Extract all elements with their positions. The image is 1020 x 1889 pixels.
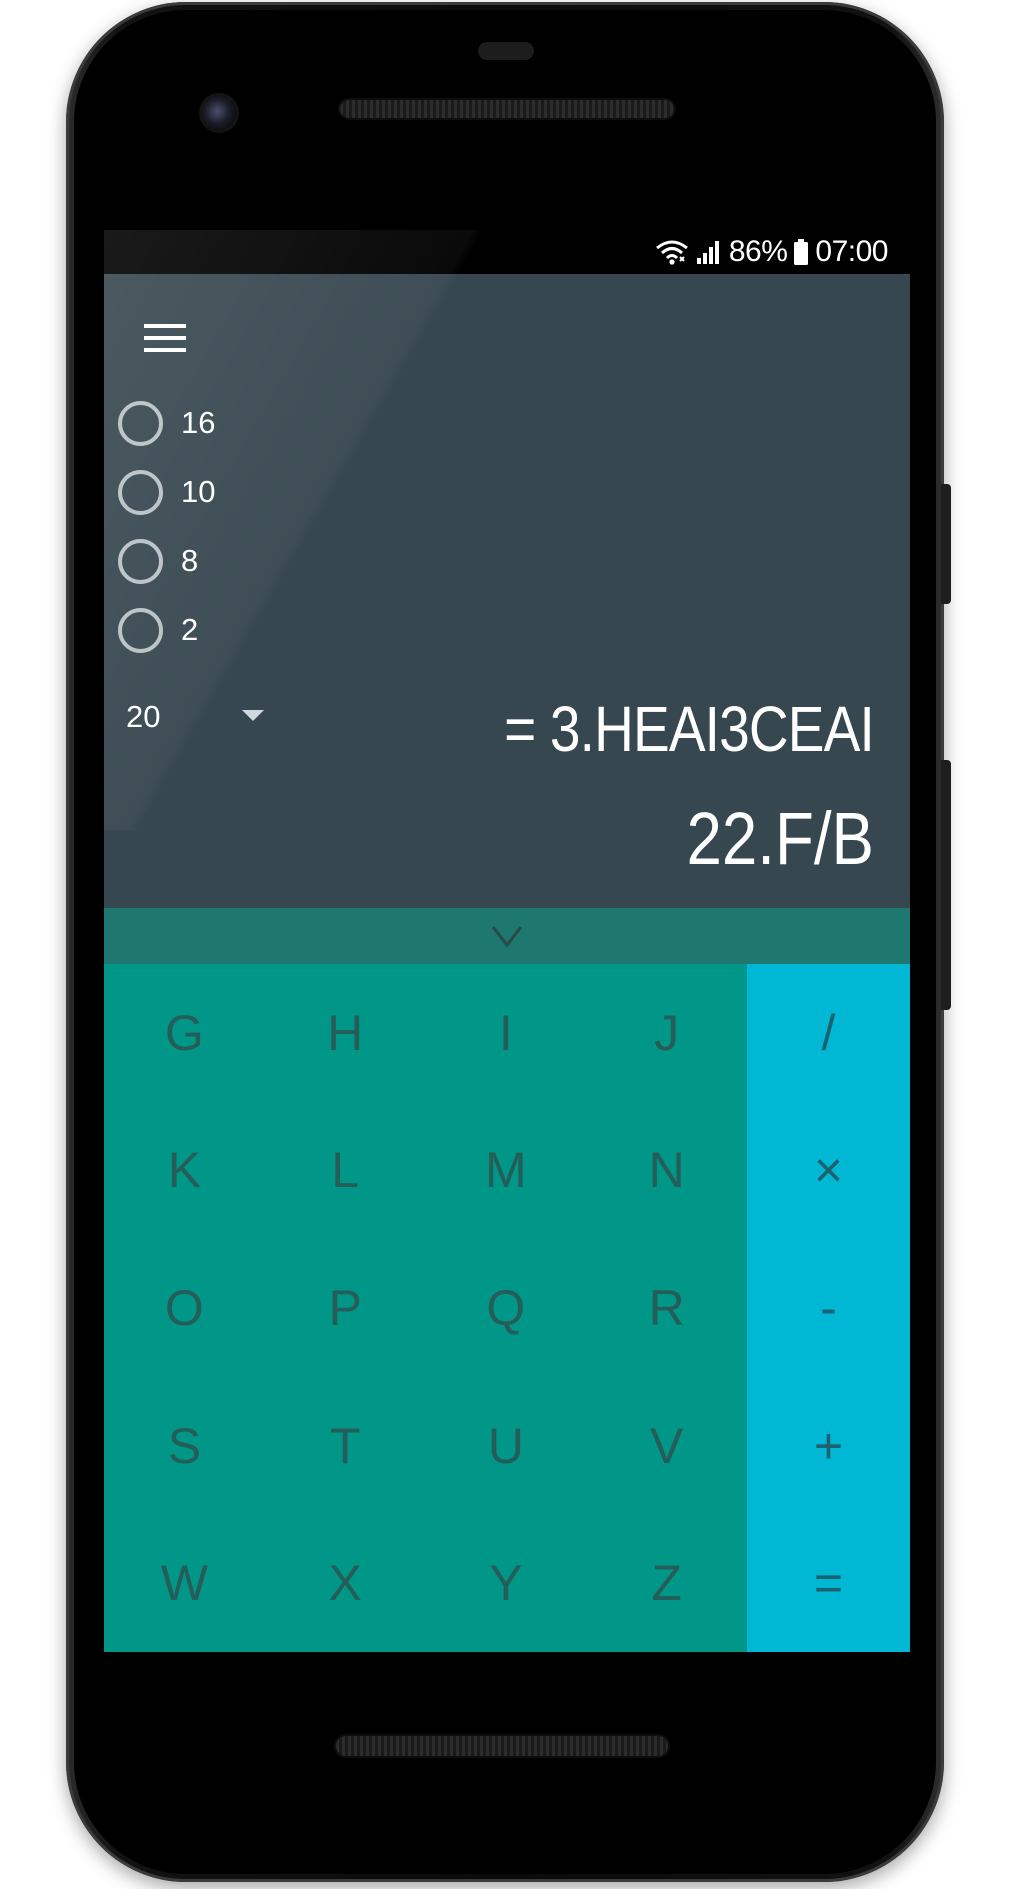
clock: 07:00 [815,235,888,268]
key-o[interactable]: O [104,1239,265,1377]
key-i[interactable]: I [426,964,587,1102]
display-panel: 16 10 8 2 20 = 3.HEAI3CEAI 22.F/B [104,274,910,908]
add-button[interactable]: + [747,1377,910,1515]
earpiece-speaker [340,100,674,118]
multiply-button[interactable]: × [747,1102,910,1240]
divide-button[interactable]: / [747,964,910,1102]
radix-options: 16 10 8 2 [118,400,215,676]
radix-option-10[interactable]: 10 [118,469,215,515]
key-r[interactable]: R [586,1239,747,1377]
key-z[interactable]: Z [586,1514,747,1652]
key-l[interactable]: L [265,1102,426,1240]
radix-label: 16 [181,405,216,440]
menu-icon[interactable] [144,314,192,362]
radix-option-2[interactable]: 2 [118,607,215,653]
precision-value: 20 [126,699,161,734]
radio-button[interactable] [118,469,163,515]
collapse-keypad-button[interactable] [104,908,910,964]
status-bar: 86% 07:00 [104,230,910,274]
key-m[interactable]: M [426,1102,587,1240]
radix-option-8[interactable]: 8 [118,538,215,584]
key-w[interactable]: W [104,1514,265,1652]
sensor-slot [478,42,534,60]
precision-dropdown[interactable]: 20 [126,692,276,742]
equals-button[interactable]: = [747,1514,910,1652]
radix-option-16[interactable]: 16 [118,400,215,446]
key-t[interactable]: T [265,1377,426,1515]
front-camera-icon [202,96,236,130]
key-k[interactable]: K [104,1102,265,1240]
expression-display: 22.F/B [686,797,874,880]
key-j[interactable]: J [586,964,747,1102]
signal-icon [696,241,719,264]
key-x[interactable]: X [265,1514,426,1652]
power-button [941,484,951,604]
key-q[interactable]: Q [426,1239,587,1377]
calculator-app: 16 10 8 2 20 = 3.HEAI3CEAI 22.F/B G H I … [104,274,910,1652]
radio-button[interactable] [118,607,163,653]
key-g[interactable]: G [104,964,265,1102]
key-y[interactable]: Y [426,1514,587,1652]
wifi-icon [655,240,688,265]
battery-percent: 86% [728,235,788,268]
key-p[interactable]: P [265,1239,426,1377]
subtract-button[interactable]: - [747,1239,910,1377]
radix-label: 2 [181,612,199,647]
screen: 86% 07:00 16 10 8 2 20 = 3.HEAI3CEAI 22.… [104,230,910,1652]
radio-button[interactable] [118,400,163,446]
result-display: = 3.HEAI3CEAI [504,693,875,765]
chevron-down-icon [491,926,523,948]
volume-button [941,760,951,1010]
key-n[interactable]: N [586,1102,747,1240]
radix-label: 8 [181,543,199,578]
letter-keys: G H I J K L M N O P Q R S T U V W X Y Z [104,964,747,1652]
key-v[interactable]: V [586,1377,747,1515]
radio-button[interactable] [118,538,163,584]
key-h[interactable]: H [265,964,426,1102]
keypad: G H I J K L M N O P Q R S T U V W X Y Z [104,964,910,1652]
battery-icon [794,239,809,265]
key-u[interactable]: U [426,1377,587,1515]
bottom-speaker [336,1736,668,1756]
radix-label: 10 [181,474,216,509]
dropdown-arrow-icon [242,710,264,721]
operator-keys: / × - + = [747,964,910,1652]
key-s[interactable]: S [104,1377,265,1515]
